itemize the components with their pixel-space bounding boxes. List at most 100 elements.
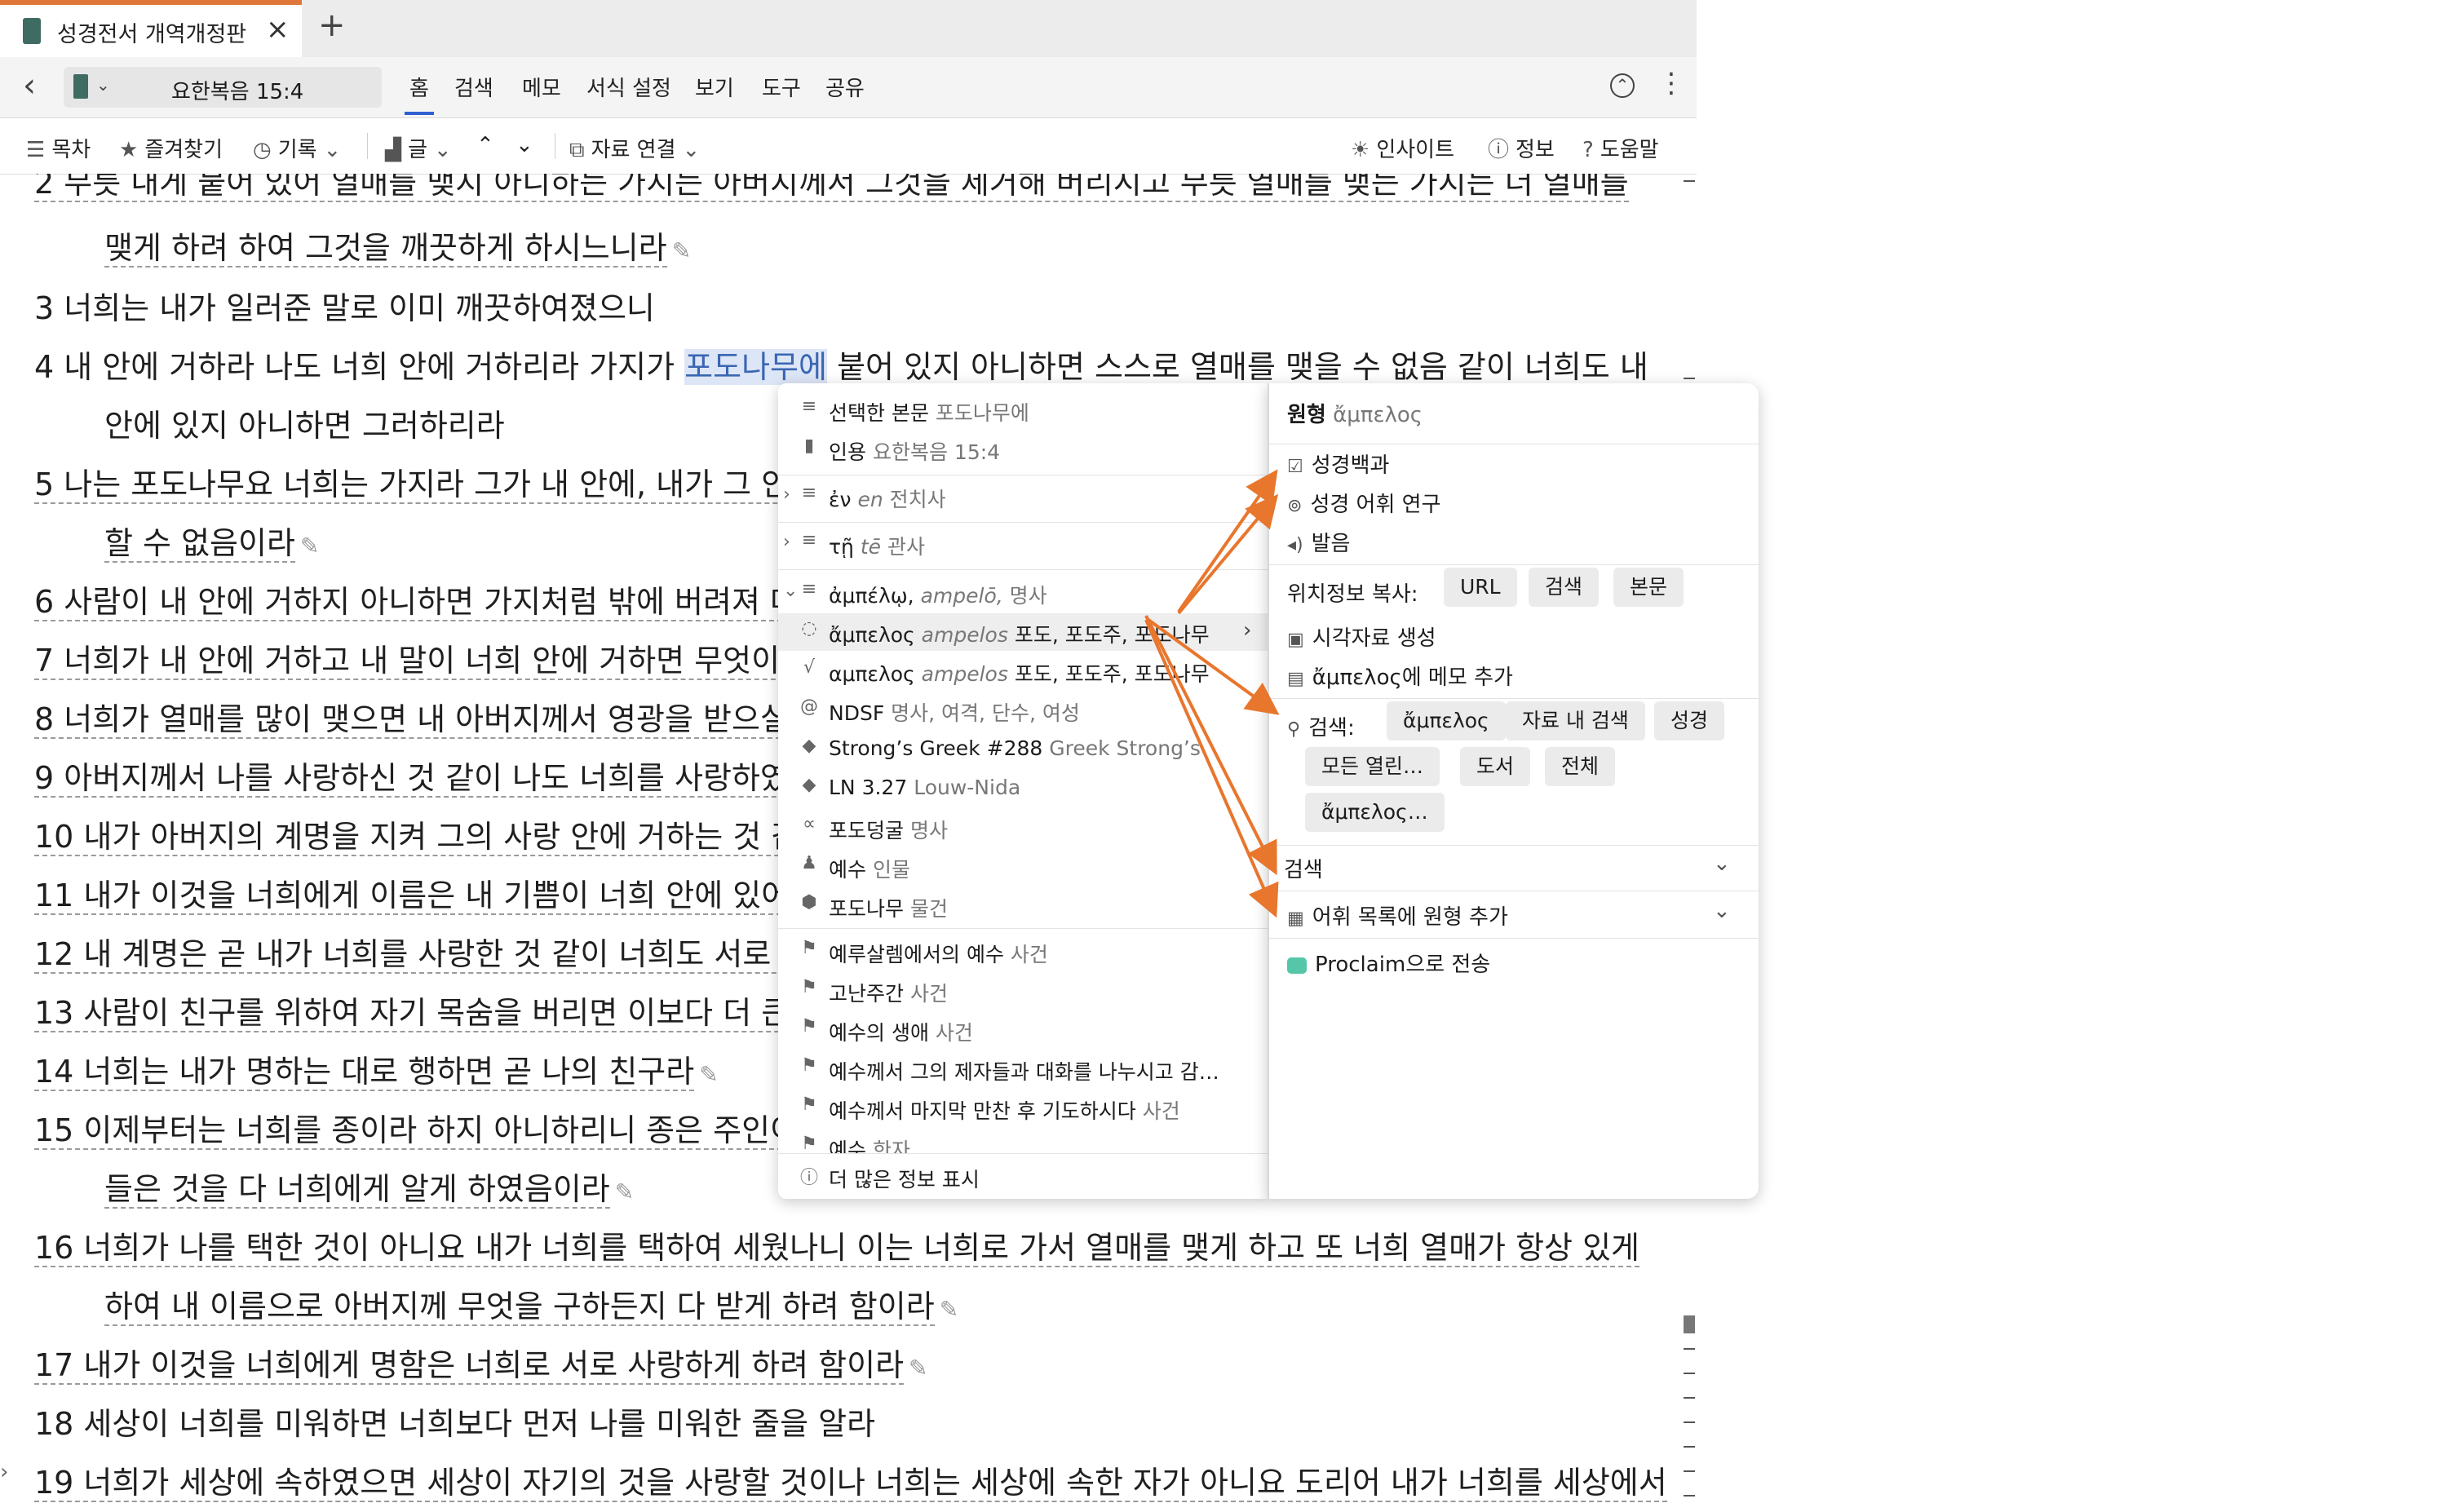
- verse-line[interactable]: 맺게 하려 하여 그것을 깨끗하게 하시느니라 ✎: [104, 223, 691, 267]
- image-icon: ▣: [1287, 630, 1304, 650]
- tab-search[interactable]: 검색: [454, 72, 493, 102]
- search-lemma-more-button[interactable]: ἄμπελος…: [1305, 793, 1445, 832]
- close-icon[interactable]: ×: [266, 13, 290, 46]
- link-resources-button[interactable]: ⧉ 자료 연결 ⌄: [569, 133, 706, 163]
- chevron-down-icon[interactable]: ⌄: [1713, 899, 1731, 923]
- previous-button[interactable]: ⌃: [476, 133, 494, 157]
- verse-line[interactable]: 7 너희가 내 안에 거하고 내 말이 너희 안에 거하면 무엇이든: [34, 635, 809, 680]
- menu-item-event[interactable]: ⚑ 예수 한자: [778, 1129, 1268, 1153]
- menu-item-quote[interactable]: ▮ 인용 요한복음 15:4: [778, 431, 1268, 468]
- selected-word[interactable]: 포도나무에: [684, 349, 827, 385]
- next-button[interactable]: ⌄: [516, 133, 533, 157]
- menu-item-add-note[interactable]: ▤ ἄμπελος에 메모 추가: [1287, 661, 1513, 691]
- menu-item-grapevine[interactable]: ∝ 포도덩굴 명사: [778, 809, 1268, 847]
- tab-tools[interactable]: 도구: [762, 72, 801, 102]
- scroll-thumb[interactable]: [1684, 1315, 1695, 1333]
- more-options-icon[interactable]: ⋮: [1657, 67, 1685, 99]
- menu-item-event[interactable]: ⚑ 고난주간 사건: [778, 972, 1268, 1010]
- chevron-down-icon[interactable]: ⌄: [96, 75, 110, 95]
- verse-line[interactable]: 하여 내 이름으로 아버지께 무엇을 구하든지 다 받게 하려 함이라 ✎: [104, 1281, 958, 1326]
- menu-item-event[interactable]: ⚑ 예루살렘에서의 예수 사건: [778, 933, 1268, 970]
- chevron-down-icon: ⌄: [682, 138, 701, 162]
- menu-item-visual-create[interactable]: ▣ 시각자료 생성: [1287, 621, 1436, 652]
- search-all-open-button[interactable]: 모든 열린…: [1305, 747, 1440, 786]
- tab-home[interactable]: 홈: [405, 72, 434, 115]
- verse-line[interactable]: 11 내가 이것을 너희에게 이름은 내 기쁨이 너희 안에 있어: [34, 870, 790, 915]
- verse-line[interactable]: 13 사람이 친구를 위하여 자기 목숨을 버리면 이보다 더 큰 사: [34, 988, 829, 1032]
- menu-item-te[interactable]: › ≡ τῇ tē 관사: [778, 525, 1268, 563]
- favorites-button[interactable]: ★ 즐겨찾기: [119, 133, 223, 163]
- menu-item-word-study[interactable]: ⊚ 성경 어휘 연구: [1287, 488, 1441, 518]
- tab-format[interactable]: 서식 설정: [586, 72, 671, 102]
- menu-item-proclaim[interactable]: Proclaim으로 전송: [1287, 948, 1490, 978]
- menu-item-strongs[interactable]: ◆ Strong’s Greek #288 Greek Strong’s: [778, 731, 1268, 768]
- search-books-button[interactable]: 도서: [1460, 747, 1531, 786]
- verse-line[interactable]: 9 아버지께서 나를 사랑하신 것 같이 나도 너희를 사랑하였으: [34, 753, 817, 798]
- menu-item-en[interactable]: › ≡ ἐν en 전치사: [778, 478, 1268, 515]
- menu-item-ampelos-root[interactable]: √ αμπελος ampelos 포도, 포도주, 포도나무: [778, 652, 1268, 690]
- text-style-button[interactable]: ▟ 글 ⌄: [385, 133, 458, 163]
- search-in-resources-button[interactable]: 자료 내 검색: [1506, 701, 1645, 741]
- more-info-button[interactable]: ⓘ 더 많은 정보 표시: [778, 1158, 1268, 1196]
- verse-line[interactable]: 19 너희가 세상에 속하였으면 세상이 자기의 것을 사랑할 것이나 너희는 …: [34, 1457, 1667, 1502]
- menu-item-pronunciation[interactable]: ◂) 발음: [1287, 527, 1350, 557]
- copy-text-button[interactable]: 본문: [1613, 568, 1684, 607]
- menu-item-event[interactable]: ⚑ 예수께서 그의 제자들과 대화를 나누시고 감…: [778, 1050, 1268, 1088]
- menu-item-event[interactable]: ⚑ 예수의 생애 사건: [778, 1011, 1268, 1049]
- menu-item-bible-encyclopedia[interactable]: ☑ 성경백과: [1287, 449, 1389, 479]
- contents-button[interactable]: ☰ 목차: [26, 133, 91, 163]
- help-button[interactable]: ? 도움말: [1582, 133, 1659, 163]
- verse-line[interactable]: 들은 것을 다 너희에게 알게 하였음이라 ✎: [104, 1164, 634, 1209]
- verse-line[interactable]: 12 내 계명은 곧 내가 너희를 사랑한 것 같이 너희도 서로 사: [34, 929, 810, 974]
- menu-item-ampelos-lemma[interactable]: ◌ ἄμπελος ampelos 포도, 포도주, 포도나무 ›: [778, 613, 1268, 651]
- transliteration: ampelos: [921, 662, 1008, 686]
- chevron-down-icon[interactable]: ⌄: [783, 581, 798, 601]
- insight-button[interactable]: ☀ 인사이트: [1351, 133, 1454, 163]
- copy-url-button[interactable]: URL: [1444, 568, 1517, 607]
- verse-line[interactable]: 8 너희가 열매를 많이 맺으면 내 아버지께서 영광을 받으실: [34, 694, 789, 739]
- back-button[interactable]: ‹: [23, 67, 36, 104]
- verse-line[interactable]: 16 너희가 나를 택한 것이 아니요 내가 너희를 택하여 세웠나니 이는 너…: [34, 1222, 1640, 1267]
- new-tab-button[interactable]: +: [318, 7, 346, 44]
- chevron-right-icon[interactable]: ›: [0, 1460, 8, 1484]
- reference-input[interactable]: 요한복음 15:4: [171, 75, 303, 105]
- verse-line[interactable]: 6 사람이 내 안에 거하지 아니하면 가지처럼 밖에 버려져 마: [34, 577, 799, 621]
- history-button[interactable]: ◷ 기록 ⌄: [253, 133, 347, 163]
- verse-line[interactable]: 18 세상이 너희를 미워하면 너희보다 먼저 나를 미워한 줄을 알라: [34, 1399, 875, 1443]
- search-bible-button[interactable]: 성경: [1654, 701, 1725, 741]
- info-button[interactable]: ⓘ 정보: [1488, 133, 1555, 163]
- menu-item-selected-text[interactable]: ≡ 선택한 본문 포도나무에: [778, 391, 1268, 429]
- verse-line[interactable]: 17 내가 이것을 너희에게 명함은 너희로 서로 사랑하게 하려 함이라 ✎: [34, 1340, 928, 1385]
- verse-line[interactable]: 2 무릇 내게 붙어 있어 열매를 맺지 아니하는 가지는 아버지께서 그것을 …: [34, 174, 1629, 202]
- gloss: 포도, 포도주, 포도나무: [1014, 623, 1210, 647]
- reference-box[interactable]: ⌄ 요한복음 15:4: [64, 67, 382, 108]
- menu-item-ndsf[interactable]: @ NDSF 명사, 여격, 단수, 여성: [778, 692, 1268, 729]
- tab-view[interactable]: 보기: [695, 72, 734, 102]
- chevron-right-icon[interactable]: ›: [783, 532, 790, 552]
- search-section[interactable]: 검색: [1284, 853, 1323, 883]
- verse-line[interactable]: 5 나는 포도나무요 너희는 가지라 그가 내 안에, 내가 그 안에: [34, 459, 819, 504]
- chevron-down-icon[interactable]: ⌄: [1713, 851, 1731, 876]
- menu-label: 포도덩굴: [829, 819, 905, 842]
- verse-line[interactable]: 10 내가 아버지의 계명을 지켜 그의 사랑 안에 거하는 것 같이: [34, 811, 829, 856]
- collapse-toolbar-button[interactable]: ⌃: [1610, 73, 1635, 98]
- menu-item-event[interactable]: ⚑ 예수께서 마지막 만찬 후 기도하시다 사건: [778, 1090, 1268, 1127]
- document-tab[interactable]: 성경전서 개역개정판 ×: [0, 0, 302, 57]
- search-lemma-button[interactable]: ἄμπελος: [1387, 701, 1506, 741]
- menu-item-vine[interactable]: ⬢ 포도나무 물건: [778, 887, 1268, 925]
- verse-line[interactable]: 4 내 안에 거하라 나도 너희 안에 거하리라 가지가 포도나무에 붙어 있지…: [34, 342, 1648, 387]
- verse-line[interactable]: 할 수 없음이라 ✎: [104, 518, 319, 563]
- chevron-right-icon[interactable]: ›: [783, 484, 790, 505]
- verse-line[interactable]: 3 너희는 내가 일러준 말로 이미 깨끗하여졌으니: [34, 283, 655, 328]
- verse-line[interactable]: 안에 있지 아니하면 그러하리라: [104, 400, 505, 445]
- menu-item-add-vocab[interactable]: ▦ 어휘 목록에 원형 추가: [1287, 900, 1508, 931]
- verse-line[interactable]: 15 이제부터는 너희를 종이라 하지 아니하리니 종은 주인이: [34, 1105, 799, 1150]
- menu-item-ampelo[interactable]: ⌄ ≡ ἀμπέλῳ, ampelō, 명사: [778, 574, 1268, 612]
- search-all-button[interactable]: 전체: [1545, 747, 1616, 786]
- copy-search-button[interactable]: 검색: [1529, 568, 1600, 607]
- tab-notes[interactable]: 메모: [522, 72, 561, 102]
- tab-share[interactable]: 공유: [825, 72, 865, 102]
- menu-item-louw-nida[interactable]: ◆ LN 3.27 Louw-Nida: [778, 770, 1268, 807]
- verse-line[interactable]: 14 너희는 내가 명하는 대로 행하면 곧 나의 친구라 ✎: [34, 1046, 719, 1091]
- menu-item-jesus[interactable]: ♟ 예수 인물: [778, 848, 1268, 886]
